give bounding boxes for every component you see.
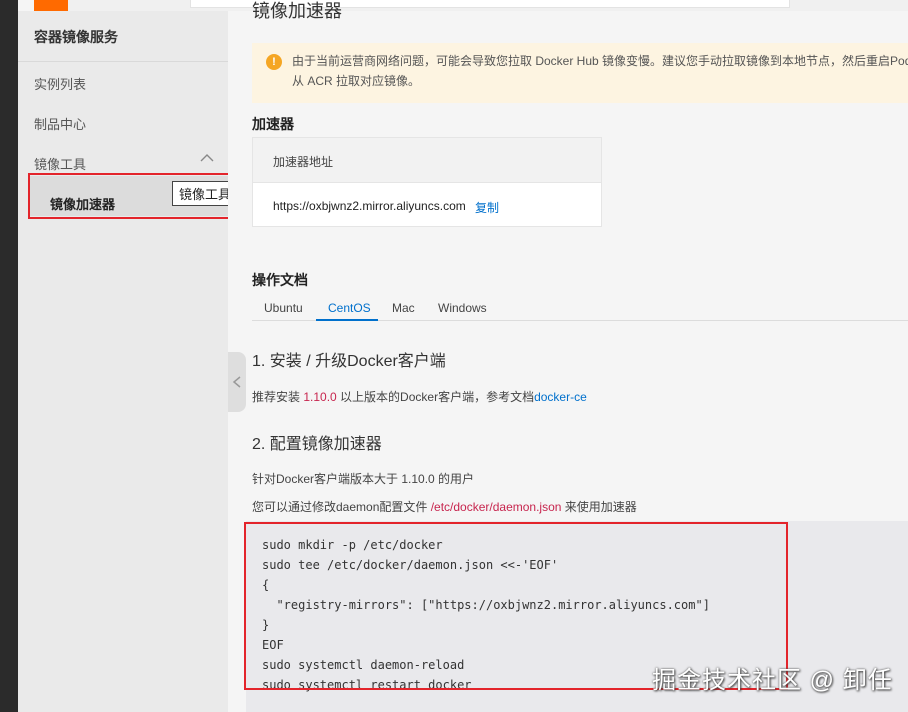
sidebar-item-image-tools[interactable]: 镜像工具: [34, 154, 86, 173]
sidebar: 容器镜像服务 实例列表 制品中心 镜像工具 镜像加速器: [18, 11, 248, 712]
column-header-address: 加速器地址: [273, 155, 334, 169]
step1-heading: 1. 安装 / 升级Docker客户端: [252, 353, 446, 370]
sidebar-collapse-toggle[interactable]: [228, 352, 246, 412]
chevron-up-icon[interactable]: [200, 153, 214, 163]
step1-prefix: 推荐安装: [252, 390, 304, 404]
step1-text: 推荐安装 1.10.0 以上版本的Docker客户端，参考文档docker-ce: [252, 388, 587, 405]
tab-centos[interactable]: CentOS: [328, 301, 371, 315]
brand-logo[interactable]: [34, 0, 68, 11]
left-window-edge: [0, 0, 18, 712]
tab-ubuntu[interactable]: Ubuntu: [264, 301, 303, 315]
docs-section-title: 操作文档: [252, 272, 308, 288]
version-text: 1.10.0: [303, 390, 337, 404]
active-tab-indicator: [316, 319, 378, 321]
notice-text: 由于当前运营商网络问题，可能会导致您拉取 Docker Hub 镜像变慢。建议您…: [292, 54, 908, 88]
daemon-json-path: /etc/docker/daemon.json: [430, 500, 562, 514]
chevron-left-icon: [232, 376, 241, 388]
docs-tabs: Ubuntu CentOS Mac Windows: [252, 293, 908, 321]
table-header: 加速器地址: [253, 138, 601, 183]
warning-icon: !: [266, 54, 282, 70]
notice-banner: ! 由于当前运营商网络问题，可能会导致您拉取 Docker Hub 镜像变慢。建…: [252, 43, 908, 103]
accelerator-table: 加速器地址 https://oxbjwnz2.mirror.aliyuncs.c…: [252, 137, 602, 227]
tab-mac[interactable]: Mac: [392, 301, 415, 315]
tab-windows[interactable]: Windows: [438, 301, 487, 315]
watermark: 掘金技术社区 @ 卸任: [652, 667, 893, 694]
docker-ce-link[interactable]: docker-ce: [534, 390, 587, 404]
sidebar-divider: [18, 61, 228, 62]
step2-heading: 2. 配置镜像加速器: [252, 436, 382, 453]
accelerator-section-title: 加速器: [252, 116, 294, 132]
top-bar: [68, 0, 908, 11]
copy-link[interactable]: 复制: [475, 199, 499, 216]
step2-suffix: 来使用加速器: [561, 500, 637, 514]
step2-prefix: 您可以通过修改daemon配置文件: [252, 500, 431, 514]
sidebar-item-instances[interactable]: 实例列表: [34, 74, 86, 93]
sidebar-item-artifacts[interactable]: 制品中心: [34, 114, 86, 133]
step2-line2: 您可以通过修改daemon配置文件 /etc/docker/daemon.jso…: [252, 498, 637, 515]
step1-middle: 以上版本的Docker客户端，参考文档: [336, 390, 535, 404]
page-title: 镜像加速器: [252, 1, 342, 21]
step2-line1: 针对Docker客户端版本大于 1.10.0 的用户: [252, 472, 475, 486]
sidebar-title: 容器镜像服务: [34, 29, 118, 45]
accelerator-url: https://oxbjwnz2.mirror.aliyuncs.com: [273, 199, 466, 213]
